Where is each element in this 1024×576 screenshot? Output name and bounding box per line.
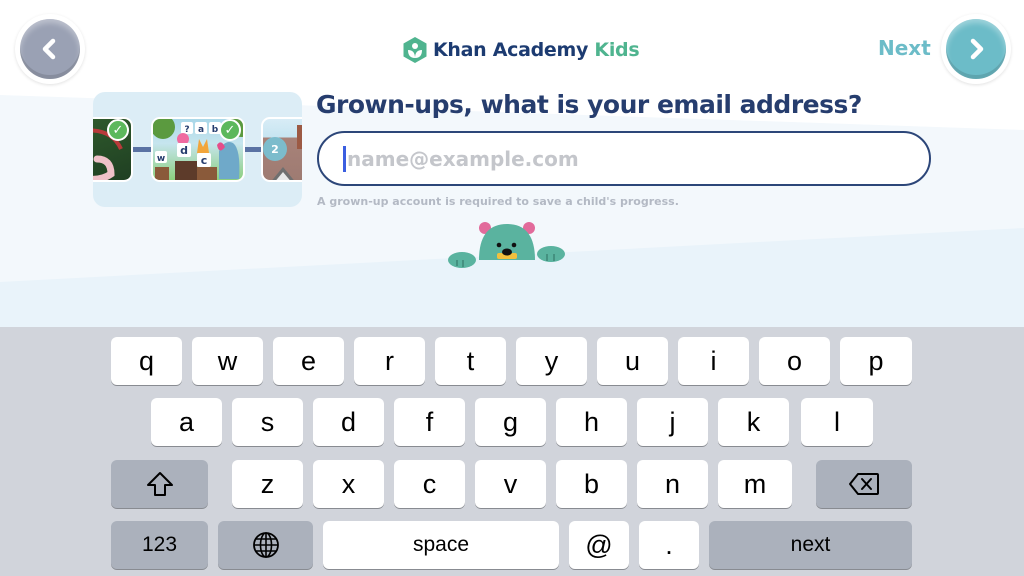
key-f[interactable]: f xyxy=(394,398,465,446)
next-return-key[interactable]: next xyxy=(709,521,912,569)
key-i[interactable]: i xyxy=(678,337,749,385)
logo-text: Khan Academy Kids xyxy=(433,39,640,61)
key-p[interactable]: p xyxy=(840,337,912,385)
key-o[interactable]: o xyxy=(759,337,830,385)
app-logo: Khan Academy Kids xyxy=(402,36,640,64)
key-v[interactable]: v xyxy=(475,460,546,508)
backspace-key[interactable] xyxy=(816,460,912,508)
chevron-right-icon xyxy=(970,38,984,60)
page-title: Grown-ups, what is your email address? xyxy=(316,90,862,119)
khan-academy-hexagon-icon xyxy=(403,37,427,63)
key-t[interactable]: t xyxy=(435,337,506,385)
shift-icon xyxy=(146,472,173,496)
key-l[interactable]: l xyxy=(801,398,873,446)
key-c[interactable]: c xyxy=(394,460,465,508)
path-connector xyxy=(133,147,153,152)
svg-text:d: d xyxy=(180,144,188,157)
key-d[interactable]: d xyxy=(313,398,384,446)
completed-check-icon: ✓ xyxy=(107,119,129,141)
next-link[interactable]: Next xyxy=(878,36,931,60)
learning-path-progress: ? a b d w c 2 ✓ ✓ xyxy=(93,92,302,207)
key-e[interactable]: e xyxy=(273,337,344,385)
helper-text: A grown-up account is required to save a… xyxy=(317,195,679,208)
space-key[interactable]: space xyxy=(323,521,559,569)
completed-check-icon: ✓ xyxy=(219,119,241,141)
app-screen: Khan Academy Kids Next ? a b d w c 2 ✓ ✓… xyxy=(0,0,1024,327)
email-field[interactable] xyxy=(317,131,931,186)
svg-text:c: c xyxy=(201,154,208,167)
key-s[interactable]: s xyxy=(232,398,303,446)
svg-text:a: a xyxy=(198,125,204,135)
key-h[interactable]: h xyxy=(556,398,627,446)
key-y[interactable]: y xyxy=(516,337,587,385)
next-level-badge: 2 xyxy=(263,137,287,161)
globe-icon xyxy=(252,532,279,558)
key-b[interactable]: b xyxy=(556,460,627,508)
svg-text:b: b xyxy=(212,125,219,135)
email-input[interactable] xyxy=(347,146,907,171)
onscreen-keyboard: q w e r t y u i o p a s d f g h j k l z … xyxy=(0,327,1024,576)
globe-key[interactable] xyxy=(218,521,313,569)
numbers-key[interactable]: 123 xyxy=(111,521,208,569)
bear-mascot-illustration xyxy=(448,222,565,268)
key-r[interactable]: r xyxy=(354,337,425,385)
backspace-icon xyxy=(849,473,879,495)
text-caret xyxy=(343,145,346,172)
back-button[interactable] xyxy=(15,14,85,84)
shift-key[interactable] xyxy=(111,460,208,508)
key-k[interactable]: k xyxy=(718,398,789,446)
key-x[interactable]: x xyxy=(313,460,384,508)
next-button[interactable] xyxy=(941,14,1011,84)
key-g[interactable]: g xyxy=(475,398,546,446)
chevron-left-icon xyxy=(42,38,56,60)
key-j[interactable]: j xyxy=(637,398,708,446)
key-z[interactable]: z xyxy=(232,460,303,508)
key-u[interactable]: u xyxy=(597,337,668,385)
svg-text:w: w xyxy=(157,154,165,164)
key-a[interactable]: a xyxy=(151,398,222,446)
at-key[interactable]: @ xyxy=(569,521,629,569)
key-q[interactable]: q xyxy=(111,337,182,385)
period-key[interactable]: . xyxy=(639,521,699,569)
key-n[interactable]: n xyxy=(637,460,708,508)
key-w[interactable]: w xyxy=(192,337,263,385)
key-m[interactable]: m xyxy=(718,460,792,508)
